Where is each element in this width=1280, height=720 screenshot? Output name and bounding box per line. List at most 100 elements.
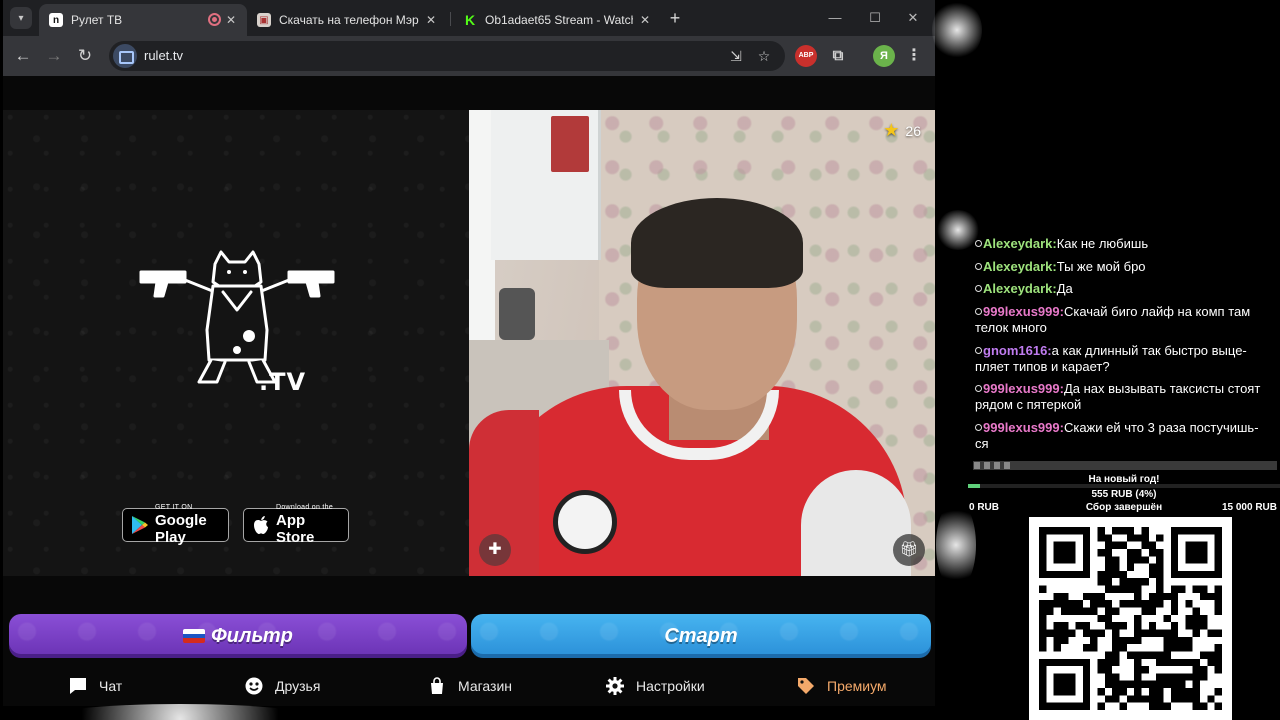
tab-label: Скачать на телефон Мэр Кинг xyxy=(279,13,419,27)
start-button-label: Старт xyxy=(664,624,738,647)
video-kettle xyxy=(499,288,535,340)
chat-scroll-bar xyxy=(973,461,1277,470)
nav-label: Чат xyxy=(99,678,123,694)
chat-message: 999lexus999:Да нах вызывать таксисты сто… xyxy=(975,381,1271,413)
video-person-sleeve xyxy=(801,470,911,576)
app-store-badge[interactable]: Download on the App Store xyxy=(243,504,349,546)
nav-label: Друзья xyxy=(275,678,321,694)
partner-video: ★ 26 ✚ 🎁︎ xyxy=(469,110,935,576)
filter-button-label: Фильтр xyxy=(211,624,293,647)
tab-kick-stream[interactable]: K Ob1adaet65 Stream - Watch Live ✕ xyxy=(453,4,661,36)
chat-username[interactable]: Alexeydark: xyxy=(983,281,1057,296)
recording-indicator-icon xyxy=(208,13,221,26)
overlay-smoke xyxy=(932,0,982,60)
game-favicon-icon: ▣ xyxy=(257,13,271,27)
video-person-hair xyxy=(631,198,803,288)
badge-big-text: App Store xyxy=(276,512,315,546)
adblock-extension-icon[interactable]: ABP xyxy=(795,45,817,67)
chat-message: Alexeydark:Да xyxy=(975,281,1271,297)
gear-icon xyxy=(606,677,624,695)
google-play-icon xyxy=(132,516,148,534)
nav-settings[interactable]: Настройки xyxy=(606,666,705,706)
tab-search-button[interactable]: ▾ xyxy=(10,7,32,29)
chat-username[interactable]: 999lexus999: xyxy=(983,420,1064,435)
chat-icon xyxy=(69,677,87,695)
google-play-badge[interactable]: GET IT ON Google Play xyxy=(122,504,229,546)
extensions-puzzle-icon[interactable]: ⧉ xyxy=(827,45,849,67)
chat-badge-icon xyxy=(975,240,982,247)
chat-message: gnom1616:а как длинный так быстро выце-п… xyxy=(975,343,1271,375)
maximize-button[interactable]: ☐ xyxy=(863,8,887,28)
close-window-button[interactable]: ✕ xyxy=(901,8,925,28)
badge-big-text: Google Play xyxy=(155,512,207,546)
minimize-button[interactable]: — xyxy=(823,8,847,28)
chat-badge-icon xyxy=(975,385,982,392)
chat-username[interactable]: 999lexus999: xyxy=(983,381,1064,396)
close-tab-icon[interactable]: ✕ xyxy=(637,12,653,28)
nav-label: Премиум xyxy=(827,678,887,694)
tab-mayor-king[interactable]: ▣ Скачать на телефон Мэр Кинг ✕ xyxy=(247,4,447,36)
filter-button[interactable]: Фильтр xyxy=(9,614,467,658)
browser-toolbar: ← → ↻ rulet.tv ⇲ ☆ ABP ⧉ Я ⋮ xyxy=(3,36,935,76)
nav-label: Настройки xyxy=(636,678,705,694)
gamepad-icon[interactable]: ✚ xyxy=(479,534,511,566)
nav-premium[interactable]: Премиум xyxy=(797,666,887,706)
donation-progress-bar xyxy=(968,484,1280,488)
qr-code-icon xyxy=(1039,527,1222,710)
donation-amount: 555 RUB (4%) xyxy=(1091,489,1157,500)
install-app-icon[interactable]: ⇲ xyxy=(727,47,745,65)
address-bar[interactable]: rulet.tv ⇲ ☆ xyxy=(109,41,785,71)
shop-bag-icon xyxy=(428,677,446,695)
chat-username[interactable]: gnom1616: xyxy=(983,343,1052,358)
chat-badge-icon xyxy=(975,263,982,270)
close-tab-icon[interactable]: ✕ xyxy=(423,12,439,28)
nav-chat[interactable]: Чат xyxy=(69,666,122,706)
bookmark-star-icon[interactable]: ☆ xyxy=(755,47,773,65)
tab-label: Ob1adaet65 Stream - Watch Live xyxy=(485,13,633,27)
russia-flag-icon xyxy=(183,629,206,643)
chat-text: Да xyxy=(1056,281,1073,296)
chat-username[interactable]: Alexeydark: xyxy=(983,236,1057,251)
donation-progress-fill xyxy=(968,484,981,488)
chat-message: 999lexus999:Скажи ей что 3 раза постучиш… xyxy=(975,420,1271,452)
back-icon[interactable]: ← xyxy=(11,44,35,68)
apple-icon xyxy=(254,516,268,534)
tab-strip: ▾ n Рулет ТВ ✕ ▣ Скачать на телефон Мэр … xyxy=(3,0,935,36)
chat-text: Ты же мой бро xyxy=(1056,259,1146,274)
donation-qr-code[interactable] xyxy=(1029,517,1232,720)
browser-menu-icon[interactable]: ⋮ xyxy=(903,45,925,67)
nav-friends[interactable]: Друзья xyxy=(245,666,320,706)
star-icon: ★ xyxy=(883,120,900,140)
tag-icon xyxy=(797,677,815,695)
promo-pane: .TV GET IT ON Google Play Download on th… xyxy=(3,110,469,576)
chat-text: Как не любишь xyxy=(1056,236,1149,251)
video-red-box xyxy=(551,116,589,172)
close-tab-icon[interactable]: ✕ xyxy=(223,12,239,28)
start-button[interactable]: Старт xyxy=(471,614,931,658)
cat-with-guns-logo-icon xyxy=(139,250,335,384)
logo-wordmark: .TV xyxy=(259,368,307,396)
chat-message: Alexeydark:Ты же мой бро xyxy=(975,259,1271,275)
donation-max: 15 000 RUB xyxy=(1221,502,1277,513)
rulet-page: .TV GET IT ON Google Play Download on th… xyxy=(3,76,935,706)
stream-chat: Alexeydark:Как не любишь Alexeydark:Ты же… xyxy=(973,234,1273,458)
gift-icon[interactable]: 🎁︎ xyxy=(893,534,925,566)
badge-small-text: Download on the xyxy=(276,504,334,511)
chat-message: 999lexus999:Скачай биго лайф на комп там… xyxy=(975,304,1271,336)
tab-separator xyxy=(450,12,451,26)
rulet-favicon-icon: n xyxy=(49,13,63,27)
reload-icon[interactable]: ↻ xyxy=(73,44,97,68)
new-tab-button[interactable]: + xyxy=(665,8,685,28)
site-info-icon[interactable] xyxy=(113,44,137,68)
chat-username[interactable]: Alexeydark: xyxy=(983,259,1057,274)
star-count-value: 26 xyxy=(905,122,921,139)
forward-icon[interactable]: → xyxy=(42,44,66,68)
overlay-smoke xyxy=(40,704,320,720)
nav-shop[interactable]: Магазин xyxy=(428,666,512,706)
profile-avatar[interactable]: Я xyxy=(873,45,895,67)
kick-favicon-icon: K xyxy=(463,12,477,28)
tab-rulet[interactable]: n Рулет ТВ ✕ xyxy=(39,4,247,36)
badge-small-text: GET IT ON xyxy=(155,504,193,511)
tab-label: Рулет ТВ xyxy=(71,13,123,27)
chat-username[interactable]: 999lexus999: xyxy=(983,304,1064,319)
